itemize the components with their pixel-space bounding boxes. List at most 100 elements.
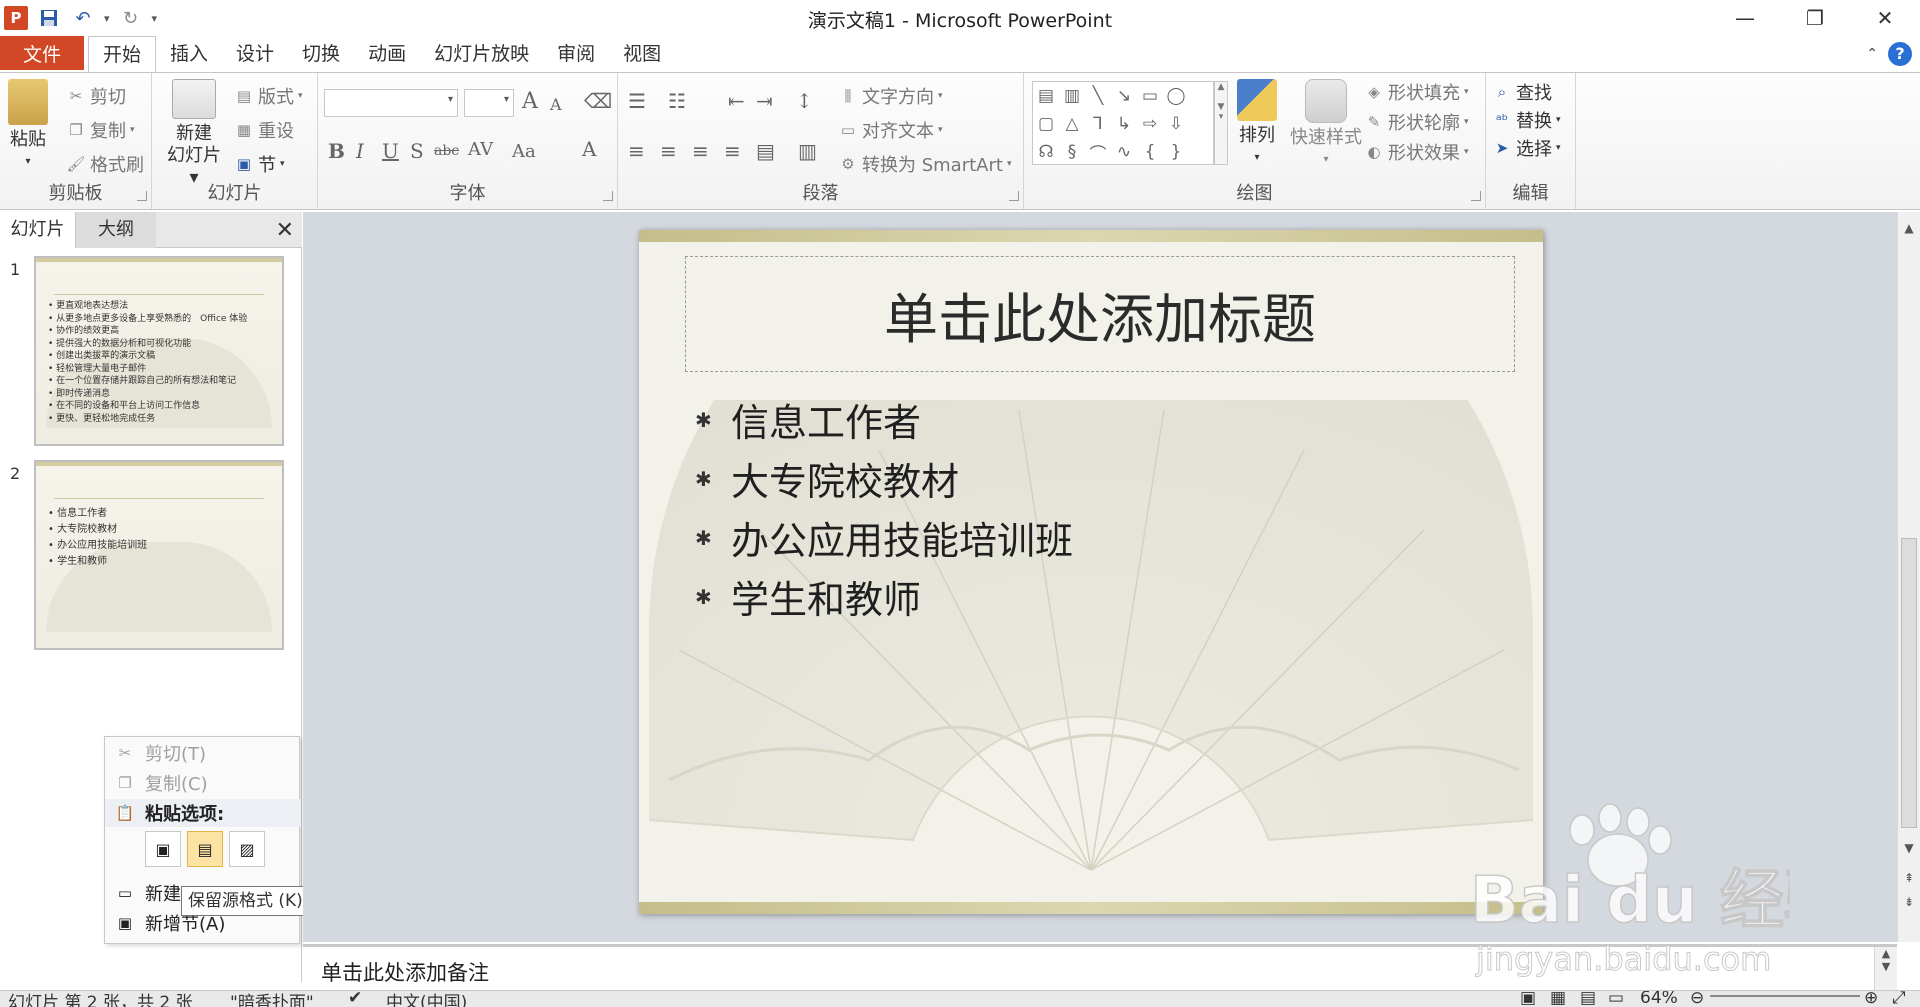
font-name-select[interactable]: ▾ <box>324 89 458 117</box>
tab-review[interactable]: 审阅 <box>543 36 609 72</box>
paste-dropdown-icon[interactable]: ▾ <box>8 151 48 173</box>
italic-button[interactable]: I <box>356 139 364 163</box>
clipboard-launcher-icon[interactable] <box>137 191 147 201</box>
quick-styles-button[interactable]: 快速样式 ▾ <box>1286 79 1366 171</box>
tab-slides[interactable]: 幻灯片 <box>0 212 76 248</box>
slideshow-view-icon[interactable]: ▭ <box>1608 991 1624 1007</box>
notes-placeholder[interactable]: 单击此处添加备注 <box>321 957 489 987</box>
justify-button[interactable]: ≡ <box>724 139 741 163</box>
tab-file[interactable]: 文件 <box>0 36 84 70</box>
scroll-down-icon[interactable]: ▼ <box>1898 838 1920 858</box>
line-spacing-button[interactable]: ↕ <box>796 89 813 113</box>
section-button[interactable]: ▣ 节 ▾ <box>234 151 285 177</box>
freeform-shape-icon[interactable]: § <box>1059 138 1085 166</box>
align-center-button[interactable]: ≡ <box>660 139 677 163</box>
tab-design[interactable]: 设计 <box>222 36 288 72</box>
format-painter-button[interactable]: 🖌 格式刷 <box>66 151 144 177</box>
normal-view-icon[interactable]: ▣ <box>1520 991 1536 1007</box>
scrollbar-thumb[interactable] <box>1901 538 1917 828</box>
strikethrough-button[interactable]: abc <box>434 143 459 159</box>
font-size-select[interactable]: ▾ <box>464 89 514 117</box>
text-direction-button[interactable]: ⫼ 文字方向 ▾ <box>838 83 943 109</box>
textbox-shape-icon[interactable]: ▤ <box>1033 82 1059 110</box>
change-case-button[interactable]: Aa <box>512 141 536 162</box>
underline-button[interactable]: U <box>382 139 399 163</box>
close-icon[interactable]: ✕ <box>1850 0 1920 36</box>
align-text-button[interactable]: ▭ 对齐文本 ▾ <box>838 117 943 143</box>
shapes-gallery[interactable]: ▤ ▥ ╲ ↘ ▭ ◯ ▢ △ ⅂ ↳ ⇨ ⇩ ☊ § ⌒ ∿{} <box>1032 81 1214 165</box>
right-brace-shape-icon[interactable]: } <box>1163 138 1189 166</box>
curve-shape-icon[interactable]: ☊ <box>1033 138 1059 166</box>
tab-view[interactable]: 视图 <box>609 36 675 72</box>
tab-animations[interactable]: 动画 <box>354 36 420 72</box>
line-shape-icon[interactable]: ╲ <box>1085 82 1111 110</box>
font-launcher-icon[interactable] <box>603 191 613 201</box>
rounded-rect-shape-icon[interactable]: ▢ <box>1033 110 1059 138</box>
paragraph-launcher-icon[interactable] <box>1009 191 1019 201</box>
tab-insert[interactable]: 插入 <box>156 36 222 72</box>
vtextbox-shape-icon[interactable]: ▥ <box>1059 82 1085 110</box>
replace-button[interactable]: ᵃᵇ 替换 ▾ <box>1492 107 1561 133</box>
paste-button[interactable]: 粘贴 ▾ <box>8 79 48 173</box>
language-status[interactable]: 中文(中国) <box>386 991 467 1007</box>
layout-button[interactable]: ▤ 版式 ▾ <box>234 83 303 109</box>
rect-shape-icon[interactable]: ▭ <box>1137 82 1163 110</box>
slide-thumbnail-2[interactable]: 信息工作者 大专院校教材 办公应用技能培训班 学生和教师 <box>34 460 284 650</box>
scroll-up-icon[interactable]: ▲ <box>1898 218 1920 238</box>
tab-transitions[interactable]: 切换 <box>288 36 354 72</box>
reset-button[interactable]: ▦ 重设 <box>234 117 294 143</box>
notes-pane[interactable]: 单击此处添加备注 ▲ ▼ <box>303 944 1897 993</box>
grow-font-button[interactable]: A <box>522 89 538 114</box>
reading-view-icon[interactable]: ▤ <box>1580 991 1596 1007</box>
slide-title-placeholder[interactable]: 单击此处添加标题 <box>685 256 1515 372</box>
shape-outline-button[interactable]: ✎ 形状轮廓 ▾ <box>1364 109 1469 135</box>
fit-to-window-icon[interactable]: ⤢ <box>1892 991 1906 1007</box>
close-icon[interactable]: ✕ <box>276 218 294 243</box>
canvas-scrollbar[interactable]: ▲ ▼ ⇞ ⇟ <box>1897 212 1920 942</box>
down-arrow-shape-icon[interactable]: ⇩ <box>1163 110 1189 138</box>
bullets-button[interactable]: ☰ <box>628 89 646 113</box>
shape-fill-button[interactable]: ◈ 形状填充 ▾ <box>1364 79 1468 105</box>
zoom-slider[interactable] <box>1710 995 1860 997</box>
copy-button[interactable]: ❐ 复制 ▾ <box>66 117 134 143</box>
restore-icon[interactable]: ❐ <box>1780 0 1850 36</box>
zoom-in-icon[interactable]: ⊕ <box>1864 991 1878 1007</box>
notes-scrollbar[interactable]: ▲ ▼ <box>1874 947 1897 993</box>
oval-shape-icon[interactable]: ◯ <box>1163 82 1189 110</box>
triangle-shape-icon[interactable]: △ <box>1059 110 1085 138</box>
elbow-arrow-shape-icon[interactable]: ↳ <box>1111 110 1137 138</box>
new-slide-button[interactable]: 新建 幻灯片 ▾ <box>160 79 228 189</box>
help-icon[interactable]: ? <box>1888 42 1912 66</box>
next-slide-icon[interactable]: ⇟ <box>1898 892 1920 912</box>
theme-status[interactable]: "暗香扑面" <box>230 991 314 1007</box>
minimize-icon[interactable]: — <box>1710 0 1780 36</box>
smartart-button[interactable]: ⚙ 转换为 SmartArt ▾ <box>838 151 1011 177</box>
align-left-button[interactable]: ≡ <box>628 139 645 163</box>
paste-keep-source-formatting-icon[interactable]: ▤ <box>187 831 223 867</box>
right-arrow-shape-icon[interactable]: ⇨ <box>1137 110 1163 138</box>
bold-button[interactable]: B <box>328 139 345 163</box>
font-color-button[interactable]: A <box>582 137 596 161</box>
char-spacing-button[interactable]: AV <box>468 139 493 160</box>
wave-shape-icon[interactable]: ∿ <box>1111 138 1137 166</box>
shapes-gallery-scroll[interactable]: ▲ ▼ ▾ <box>1214 81 1228 165</box>
distribute-button[interactable]: ▤ <box>756 139 775 163</box>
current-slide[interactable]: 单击此处添加标题 ✱ 信息工作者 ✱ 大专院校教材 ✱ 办公应用技能培训班 ✱ 学生和教… <box>639 230 1543 914</box>
find-button[interactable]: ⌕ 查找 <box>1492 79 1552 105</box>
paste-use-destination-theme-icon[interactable]: ▣ <box>145 831 181 867</box>
tab-slideshow[interactable]: 幻灯片放映 <box>420 36 543 72</box>
menu-item-cut[interactable]: ✂ 剪切(T) <box>105 739 301 767</box>
tab-home[interactable]: 开始 <box>88 36 157 73</box>
tab-outline[interactable]: 大纲 <box>76 212 156 248</box>
minimize-ribbon-icon[interactable]: ⌃ <box>1866 46 1878 62</box>
arc-shape-icon[interactable]: ⌒ <box>1085 138 1111 166</box>
elbow-shape-icon[interactable]: ⅂ <box>1085 110 1111 138</box>
cut-button[interactable]: ✂ 剪切 <box>66 83 126 109</box>
arrow-line-shape-icon[interactable]: ↘ <box>1111 82 1137 110</box>
zoom-level[interactable]: 64% <box>1640 991 1678 1007</box>
slide-thumbnail-1[interactable]: 更直观地表达想法 从更多地点更多设备上享受熟悉的 Office 体验 协作的绩效… <box>34 256 284 446</box>
slide-content-placeholder[interactable]: ✱ 信息工作者 ✱ 大专院校教材 ✱ 办公应用技能培训班 ✱ 学生和教师 <box>695 390 1073 626</box>
select-button[interactable]: ➤ 选择 ▾ <box>1492 135 1561 161</box>
columns-button[interactable]: ▥ <box>798 139 817 163</box>
zoom-out-icon[interactable]: ⊖ <box>1690 991 1704 1007</box>
